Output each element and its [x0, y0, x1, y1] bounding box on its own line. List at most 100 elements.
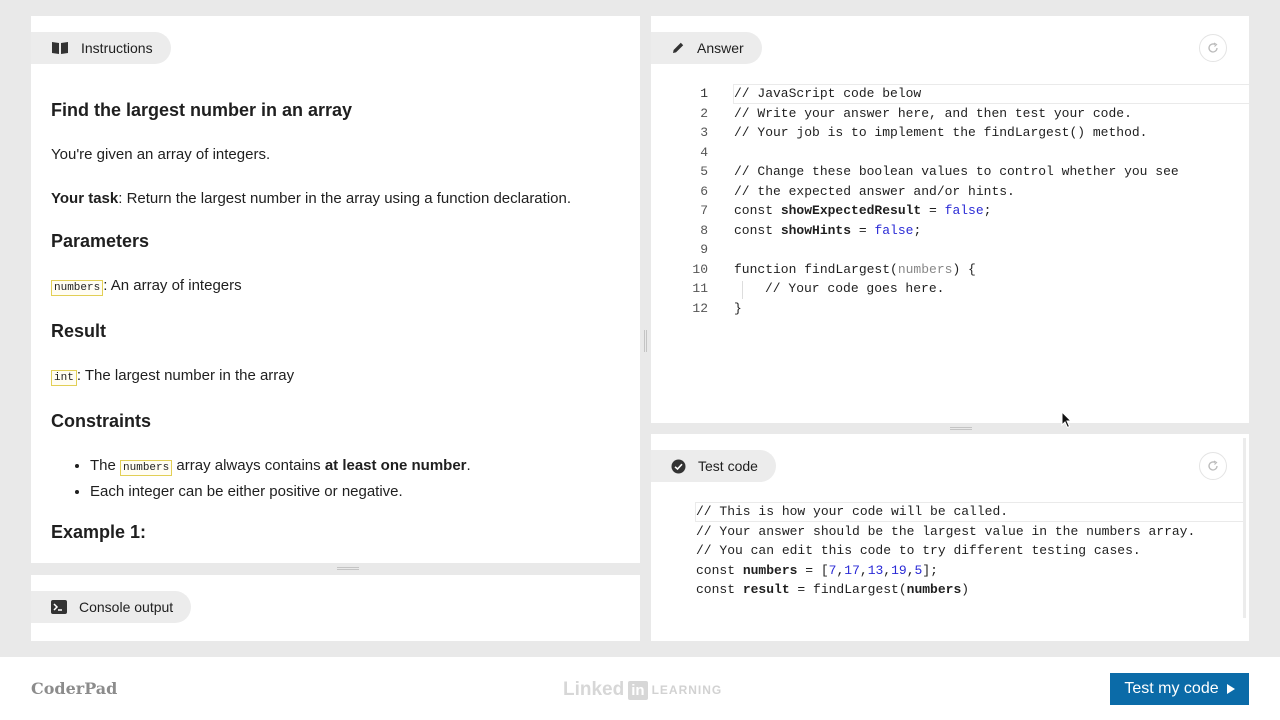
code-variable: showExpectedResult [780, 203, 922, 218]
instructions-tab-label: Instructions [81, 40, 153, 56]
code-variable: numbers [742, 562, 798, 578]
task-label: Your task [51, 190, 119, 207]
instructions-panel: Instructions Find the largest number in … [31, 16, 640, 563]
code-keyword: const [734, 222, 781, 238]
line-number: 11 [692, 281, 708, 296]
code-punct: ]; [922, 562, 938, 578]
reset-icon [1208, 460, 1218, 471]
code-function: function findLargest( [734, 261, 898, 277]
code-punct: ) { [952, 261, 976, 277]
line-number: 1 [700, 86, 708, 101]
code-line: // Your code goes here. [765, 281, 945, 296]
test-my-code-button[interactable]: Test my code [1110, 673, 1249, 705]
play-icon [1226, 684, 1235, 694]
code-number: 17 [844, 562, 860, 578]
example-heading: Example 1: [51, 522, 147, 542]
book-icon [52, 42, 68, 54]
code-line: // You can edit this code to try differe… [696, 543, 1141, 558]
code-line: // JavaScript code below [734, 86, 922, 101]
code-line: // Write your answer here, and then test… [734, 105, 1132, 121]
code-line: // the expected answer and/or hints. [734, 183, 1015, 199]
mouse-cursor-icon [1061, 411, 1073, 429]
line-number: 7 [700, 203, 708, 218]
line-number: 9 [700, 242, 708, 257]
console-tab[interactable]: Console output [31, 591, 192, 623]
result-description: : The largest number in the array [76, 367, 295, 384]
constraint-text: . [466, 457, 471, 474]
code-keyword: const [696, 562, 743, 578]
footer-bar: CoderPad Linked in LEARNING Test my code [0, 657, 1280, 720]
answer-tab[interactable]: Answer [651, 32, 762, 64]
constraint-item: Each integer can be either positive or n… [90, 480, 621, 503]
answer-tab-label: Answer [697, 40, 744, 56]
result-type-code: int [51, 370, 77, 386]
horizontal-splitter-right[interactable] [950, 427, 972, 430]
parameters-heading: Parameters [51, 231, 150, 251]
code-line: // This is how your code will be called. [696, 504, 1009, 519]
code-operator: = findLargest( [789, 582, 907, 597]
code-line: const result = findLargest(numbers) [696, 582, 969, 597]
code-line: // Your answer should be the largest val… [696, 523, 1196, 539]
line-number: 6 [700, 183, 708, 199]
constraint-code: numbers [120, 460, 173, 476]
code-variable: showHints [780, 222, 852, 238]
code-line: const numbers = [7,17,13,19,5]; [696, 562, 938, 578]
constraints-heading: Constraints [51, 411, 152, 431]
result-heading: Result [51, 321, 107, 341]
test-code-tab-label: Test code [698, 458, 758, 474]
code-number: 19 [891, 562, 907, 578]
vertical-splitter[interactable] [644, 330, 647, 352]
code-punct: ; [983, 203, 992, 218]
constraints-list: The numbers array always contains at lea… [90, 454, 621, 503]
test-code-editor[interactable]: // This is how your code will be called.… [651, 502, 1249, 624]
code-value: false [874, 222, 914, 238]
constraint-text: array always contains [172, 457, 325, 474]
check-circle-icon [671, 459, 686, 473]
code-line: } [734, 300, 742, 316]
console-panel: Console output [31, 575, 640, 641]
console-tab-label: Console output [79, 599, 174, 615]
linkedin-logo-in: in [628, 680, 648, 700]
coderpad-logo: CoderPad [31, 679, 118, 698]
line-number: 5 [700, 164, 708, 179]
code-punct: ) [961, 582, 970, 597]
line-number: 3 [700, 125, 708, 140]
test-code-tab[interactable]: Test code [651, 450, 776, 482]
line-number: 8 [700, 222, 708, 238]
instructions-tab[interactable]: Instructions [31, 32, 171, 64]
code-keyword: const [734, 203, 781, 218]
answer-code-editor[interactable]: 1 2 3 4 5 6 7 8 9 10 11 12 // JavaScript… [651, 84, 1249, 386]
terminal-icon [51, 600, 67, 614]
task-description: : Return the largest number in the array… [118, 190, 572, 207]
code-line: // Change these boolean values to contro… [734, 164, 1179, 179]
param-description: : An array of integers [103, 277, 242, 294]
problem-title: Find the largest number in an array [51, 100, 353, 120]
line-number: 10 [692, 261, 708, 277]
answer-panel: Answer 1 2 3 4 5 6 7 8 9 10 11 12 // Jav… [651, 16, 1249, 423]
constraint-item: The numbers array always contains at lea… [90, 454, 621, 480]
reset-icon [1208, 42, 1218, 53]
code-line: // Your job is to implement the findLarg… [734, 125, 1148, 140]
code-line: function findLargest(numbers) { [734, 262, 976, 277]
line-number: 4 [700, 144, 708, 160]
linkedin-logo-word: Linked [563, 679, 625, 700]
code-operator: = [851, 222, 875, 238]
code-line: const showHints = false; [734, 223, 921, 238]
code-operator: = [ [797, 562, 829, 578]
test-reset-button[interactable] [1199, 452, 1227, 480]
indent-guide [742, 281, 743, 299]
parameter-item: numbers: An array of integers [51, 274, 621, 300]
result-item: int: The largest number in the array [51, 364, 621, 390]
horizontal-splitter-left[interactable] [337, 567, 359, 570]
line-number: 12 [692, 300, 708, 316]
code-keyword: const [696, 582, 743, 597]
code-number: 7 [828, 562, 837, 578]
task-text: Your task: Return the largest number in … [51, 187, 621, 210]
intro-text: You're given an array of integers. [51, 146, 271, 163]
constraint-bold: at least one number [324, 457, 467, 474]
linkedin-learning-logo: Linked in LEARNING [563, 679, 722, 701]
test-my-code-label: Test my code [1124, 680, 1219, 697]
code-value: false [944, 203, 984, 218]
answer-reset-button[interactable] [1199, 34, 1227, 62]
code-number: 13 [867, 562, 884, 578]
